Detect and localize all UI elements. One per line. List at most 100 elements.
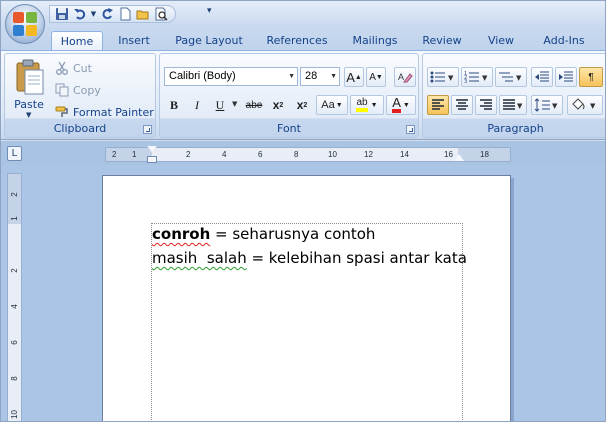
undo-icon[interactable] [72, 6, 88, 22]
grammar-error-phrase[interactable]: masih salah [152, 249, 247, 267]
document-page[interactable]: conroh = seharusnya contoh masih salah =… [102, 175, 511, 421]
ruler-number: 1 [132, 150, 137, 159]
font-group-label: Font [277, 122, 301, 135]
change-case-button[interactable]: Aa ▼ [316, 95, 348, 115]
shrink-font-button[interactable]: A ▼ [366, 67, 386, 87]
increase-indent-button[interactable] [555, 67, 577, 87]
subscript-button[interactable]: x2 [268, 95, 288, 115]
document-line-1[interactable]: conroh = seharusnya contoh [152, 224, 375, 244]
font-name-value: Calibri (Body) [169, 70, 236, 82]
paragraph-group: ▼ 1 2 3 ▼ ▼ ¶ ▼ ▼ ▼ Paragraph [422, 53, 605, 138]
tab-review[interactable]: Review [417, 33, 467, 51]
tab-view[interactable]: View [481, 33, 521, 51]
superscript-button[interactable]: x2 [292, 95, 312, 115]
multilevel-list-button[interactable]: ▼ [495, 67, 527, 87]
tab-references[interactable]: References [261, 33, 333, 51]
copy-icon [55, 83, 69, 97]
vertical-ruler-number: 8 [10, 376, 19, 381]
underline-dropdown-icon[interactable]: ▼ [232, 100, 237, 108]
align-left-icon [432, 99, 444, 110]
customize-toolbar-icon[interactable]: ▾ [207, 6, 212, 16]
tab-insert[interactable]: Insert [111, 33, 157, 51]
tab-selector-button[interactable]: L [7, 146, 22, 161]
redo-icon[interactable] [99, 6, 115, 22]
highlight-button[interactable]: ab ▼ [350, 95, 384, 115]
paste-icon [16, 59, 44, 95]
ruler-number: 14 [400, 150, 409, 159]
tab-add-ins[interactable]: Add-Ins [535, 33, 593, 51]
paste-button[interactable]: Paste ▼ [9, 58, 49, 120]
document-line-2[interactable]: masih salah = kelebihan spasi antar kata [152, 248, 467, 268]
ruler-number: 8 [294, 150, 299, 159]
format-painter-button[interactable]: Format Painter [55, 103, 154, 121]
text-direction-button[interactable]: ¶ [579, 67, 603, 87]
vertical-ruler[interactable]: 2 1 2 4 6 8 10 [7, 173, 22, 421]
bold-button[interactable]: B [164, 95, 184, 115]
change-case-label: Aa [321, 99, 335, 111]
align-left-button[interactable] [427, 95, 449, 115]
svg-text:▼: ▼ [448, 74, 454, 82]
italic-button[interactable]: I [187, 95, 207, 115]
misspelled-word[interactable]: conroh [152, 225, 210, 243]
save-icon[interactable] [54, 6, 70, 22]
clear-formatting-icon: A [398, 72, 413, 83]
word-window: ▼ ▾ Home Insert Page Layout References M… [0, 0, 606, 422]
line-2-text: = kelebihan spasi antar kata [246, 249, 467, 267]
tab-page-layout[interactable]: Page Layout [171, 33, 247, 51]
ruler-number: 6 [258, 150, 263, 159]
clipboard-group: Paste ▼ Cut Copy Format Painter Clipboar… [4, 53, 156, 138]
open-folder-icon[interactable] [135, 6, 151, 22]
cut-button[interactable]: Cut [55, 59, 92, 77]
font-size-combo[interactable]: 28 ▼ [300, 67, 340, 86]
copy-button[interactable]: Copy [55, 81, 101, 99]
subscript-label: x [272, 98, 280, 112]
first-line-indent-marker[interactable] [147, 146, 157, 152]
scissors-icon [56, 61, 68, 75]
tab-home[interactable]: Home [51, 31, 103, 52]
print-preview-icon[interactable] [153, 6, 169, 22]
superscript-mark: 2 [303, 101, 308, 109]
tab-mailings[interactable]: Mailings [347, 33, 403, 51]
shading-button[interactable]: ▼ [567, 95, 603, 115]
ruler-number: 12 [364, 150, 373, 159]
grow-font-label: A [346, 69, 355, 85]
vertical-ruler-number: 10 [10, 410, 19, 419]
align-right-button[interactable] [475, 95, 497, 115]
paint-bucket-icon: ▼ [572, 98, 596, 110]
vertical-ruler-number: 2 [10, 192, 19, 197]
strikethrough-button[interactable]: abe [244, 95, 264, 115]
undo-dropdown-icon[interactable]: ▼ [90, 6, 97, 22]
clear-formatting-button[interactable]: A [394, 67, 416, 87]
vertical-ruler-number: 2 [10, 268, 19, 273]
bullets-button[interactable]: ▼ [427, 67, 459, 87]
font-color-button[interactable]: A ▼ [386, 95, 416, 115]
svg-text:▼: ▼ [590, 102, 596, 110]
left-indent-marker[interactable] [147, 156, 157, 163]
font-group: Calibri (Body) ▼ 28 ▼ A ▲ A ▼ A B I U ▼ ab… [159, 53, 419, 138]
office-button[interactable] [5, 4, 45, 44]
shrink-arrow-icon: ▼ [375, 73, 383, 81]
align-center-button[interactable] [451, 95, 473, 115]
justify-button[interactable]: ▼ [499, 95, 527, 115]
ribbon: Paste ▼ Cut Copy Format Painter Clipboar… [1, 50, 605, 140]
grow-font-button[interactable]: A ▲ [344, 67, 364, 87]
horizontal-ruler[interactable]: 2 1 2 4 6 8 10 12 14 16 18 [105, 146, 511, 163]
decrease-indent-button[interactable] [531, 67, 553, 87]
right-indent-marker[interactable] [454, 154, 464, 161]
justify-icon: ▼ [503, 99, 523, 110]
ruler-number: 10 [328, 150, 337, 159]
highlight-label: ab [356, 98, 368, 112]
paintbrush-icon [55, 106, 68, 117]
align-center-icon [456, 99, 468, 110]
highlight-dropdown-icon: ▼ [370, 101, 378, 109]
line-spacing-button[interactable]: ▼ [531, 95, 563, 115]
svg-text:3: 3 [464, 79, 467, 84]
numbering-button[interactable]: 1 2 3 ▼ [461, 67, 493, 87]
font-dialog-launcher[interactable] [406, 125, 415, 134]
copy-label: Copy [73, 83, 101, 97]
paste-dropdown-icon: ▼ [26, 111, 32, 119]
clipboard-dialog-launcher[interactable] [143, 125, 152, 134]
font-name-combo[interactable]: Calibri (Body) ▼ [164, 67, 298, 86]
new-document-icon[interactable] [117, 6, 133, 22]
underline-button[interactable]: U [210, 95, 230, 115]
